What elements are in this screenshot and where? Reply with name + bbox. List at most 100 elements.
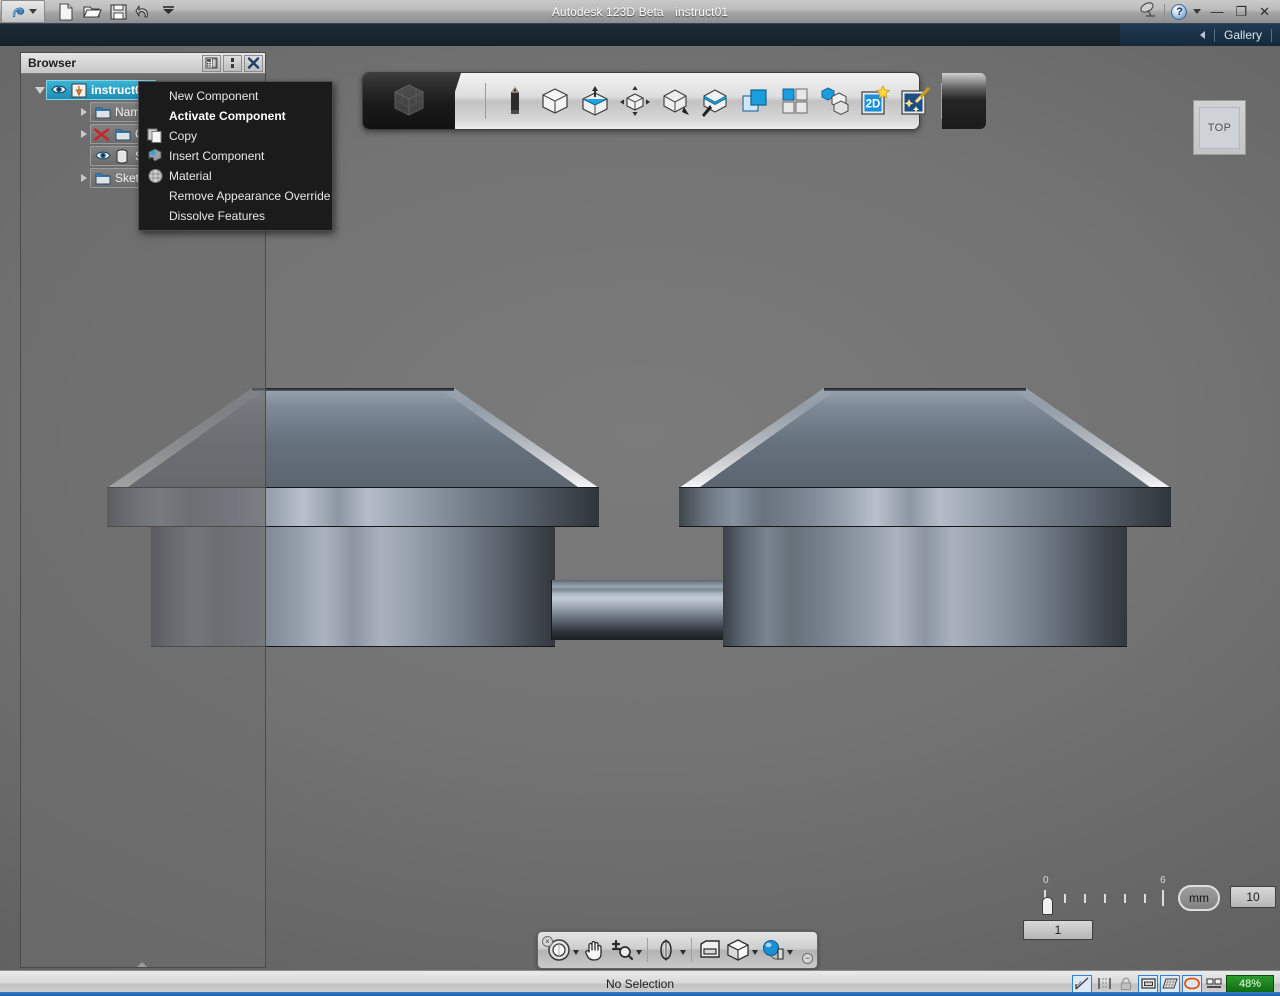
smart-tool[interactable]: [895, 79, 935, 123]
minimize-button[interactable]: —: [1207, 5, 1226, 18]
orbit-caret-icon[interactable]: [680, 949, 686, 955]
look-at-button[interactable]: [697, 937, 723, 963]
viewcube-face-label[interactable]: TOP: [1199, 106, 1240, 149]
assemble-tool[interactable]: [815, 79, 855, 123]
model-connecting-rod[interactable]: [551, 580, 725, 640]
navbar-divider-2: [691, 938, 692, 962]
menu-item-copy[interactable]: Copy: [139, 126, 332, 146]
menu-item-new-component[interactable]: New Component: [139, 86, 332, 106]
app-menu-button[interactable]: [1, 0, 45, 23]
app-menu-caret-icon: [28, 9, 37, 14]
right-cone-body: [723, 527, 1127, 647]
measure-tool[interactable]: [655, 79, 695, 123]
display-style-button[interactable]: [725, 937, 758, 963]
zoom-caret-icon[interactable]: [636, 949, 642, 955]
close-button[interactable]: ✕: [1256, 5, 1273, 18]
menu-item-insert-component[interactable]: Insert Component: [139, 146, 332, 166]
shaded-cube-icon: [725, 937, 751, 963]
menu-label-dissolve-features: Dissolve Features: [169, 209, 266, 223]
browser-collapse-button[interactable]: [223, 54, 242, 72]
save-document-icon[interactable]: [109, 3, 128, 21]
browser-header: Browser: [21, 53, 265, 74]
visibility-eye-icon[interactable]: [95, 149, 111, 164]
browser-title: Browser: [28, 56, 77, 70]
pan-button[interactable]: [581, 937, 607, 963]
browser-close-button[interactable]: [244, 54, 263, 72]
left-cone-ridge: [252, 388, 454, 391]
scale-zoom-field[interactable]: 10: [1230, 886, 1276, 908]
steering-wheel-caret-icon[interactable]: [573, 949, 579, 955]
scale-tick-minor-1: [1064, 894, 1066, 903]
material-sphere-icon: [147, 168, 164, 184]
help-caret-icon[interactable]: [1193, 9, 1202, 14]
navbar-minimize-icon[interactable]: −: [802, 953, 813, 964]
menu-label-insert-component: Insert Component: [169, 149, 265, 163]
scale-unit-button[interactable]: mm: [1178, 885, 1220, 911]
folder-icon: [115, 127, 131, 142]
viewcube[interactable]: TOP: [1193, 100, 1246, 155]
tree-expander-origin[interactable]: [77, 130, 90, 138]
app-name: Autodesk 123D Beta: [551, 4, 664, 19]
menu-item-remove-appearance-override[interactable]: Remove Appearance Override: [139, 186, 332, 206]
gallery-label[interactable]: Gallery: [1224, 28, 1262, 42]
status-selection-text: No Selection: [605, 976, 675, 991]
scale-slider-handle[interactable]: [1042, 897, 1053, 915]
open-document-icon[interactable]: [83, 3, 102, 21]
app-logo-icon: [10, 3, 27, 20]
lock-icon[interactable]: [1116, 975, 1136, 993]
restore-button[interactable]: ❐: [1232, 5, 1250, 18]
titlebar-divider: [1164, 4, 1166, 19]
appearance-button[interactable]: [760, 937, 793, 963]
copy-icon: [147, 128, 164, 144]
toolbar-divider: [485, 83, 486, 119]
menu-icon-placeholder: [147, 188, 164, 204]
right-cone-ridge: [824, 388, 1026, 391]
toolbar-overflow-panel[interactable]: [942, 73, 986, 129]
zoom-button[interactable]: [609, 937, 642, 963]
orbit-icon: [653, 937, 679, 963]
orbit-button[interactable]: [653, 937, 686, 963]
satellite-dish-icon[interactable]: [1140, 1, 1158, 22]
extrude-tool[interactable]: [575, 79, 615, 123]
insert-component-icon: [147, 148, 164, 164]
browser-header-buttons: [202, 54, 265, 72]
navbar-divider-1: [647, 938, 648, 962]
primitive-box-tool[interactable]: [535, 79, 575, 123]
browser-filter-button[interactable]: [202, 54, 221, 72]
modify-tool[interactable]: [695, 79, 735, 123]
folder-icon: [95, 105, 111, 120]
undo-icon[interactable]: [135, 3, 154, 21]
right-cone-brim: [679, 487, 1171, 527]
look-at-window-icon: [697, 937, 723, 963]
sketch-pencil-tool[interactable]: [495, 79, 535, 123]
123d-cube-icon[interactable]: [363, 73, 455, 129]
help-icon[interactable]: ?: [1171, 3, 1188, 20]
prev-arrow-icon[interactable]: [1199, 31, 1205, 39]
menu-item-activate-component[interactable]: Activate Component: [139, 106, 332, 126]
hidden-x-icon[interactable]: [93, 127, 111, 142]
scale-tick-minor-5: [1144, 894, 1146, 903]
status-accent-bar: [0, 992, 1280, 996]
combine-tool[interactable]: [735, 79, 775, 123]
tree-expander-named-views[interactable]: [77, 108, 90, 116]
new-document-icon[interactable]: [57, 2, 76, 21]
menu-item-material[interactable]: Material: [139, 166, 332, 186]
menu-item-dissolve-features[interactable]: Dissolve Features: [139, 206, 332, 226]
tree-expander-sketches[interactable]: [77, 174, 90, 182]
display-style-caret-icon[interactable]: [752, 949, 758, 955]
menu-label-new-component: New Component: [169, 89, 259, 103]
move-tool[interactable]: [615, 79, 655, 123]
scale-tick-major-6: [1162, 890, 1164, 906]
visibility-eye-icon[interactable]: [51, 83, 67, 98]
main-toolbar: 2D: [362, 72, 986, 130]
sphere-appearance-icon: [760, 937, 786, 963]
appearance-caret-icon[interactable]: [787, 949, 793, 955]
customize-qat-icon[interactable]: [161, 3, 180, 21]
scale-value-field[interactable]: 1: [1023, 920, 1093, 940]
document-name: instruct01: [675, 4, 729, 19]
navbar-close-icon[interactable]: ×: [542, 936, 553, 947]
gallery-bar: Gallery: [0, 24, 1280, 46]
construct-2d-tool[interactable]: 2D: [855, 79, 895, 123]
pattern-tool[interactable]: [775, 79, 815, 123]
tree-expander-instruct01[interactable]: [33, 86, 46, 94]
